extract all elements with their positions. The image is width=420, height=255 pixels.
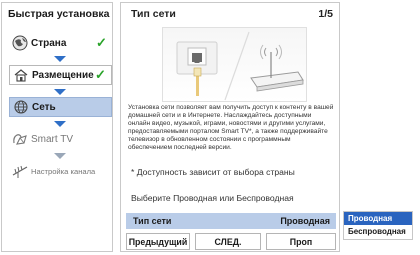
step-channel-setup[interactable]: Настройка канала: [9, 161, 112, 181]
availability-note: * Доступность зависит от выбора страны: [131, 167, 295, 177]
antenna-icon: [9, 162, 31, 180]
step-network-label: Сеть: [32, 101, 56, 113]
selection-prompt: Выберите Проводная или Беспроводная: [131, 193, 294, 203]
globe-icon: [9, 34, 31, 52]
step-smart-tv-label: Smart TV: [31, 133, 74, 145]
smart-tv-icon: [9, 130, 31, 148]
network-description: Установка сети позволяет вам получить до…: [128, 104, 334, 151]
step-channel-setup-label: Настройка канала: [31, 166, 96, 176]
network-type-label: Тип сети: [133, 216, 172, 226]
network-icon: [10, 98, 32, 116]
down-arrow-icon: [54, 153, 66, 159]
step-placement-label: Размещение: [32, 69, 94, 81]
panel-title: Тип сети: [131, 8, 176, 20]
step-country[interactable]: Страна ✓: [9, 33, 112, 53]
dropdown-option-wired[interactable]: Проводная: [344, 212, 412, 225]
page-indicator: 1/5: [318, 8, 333, 20]
check-icon: ✓: [95, 67, 106, 82]
check-icon: ✓: [96, 35, 107, 50]
step-network[interactable]: Сеть: [9, 97, 112, 117]
dropdown-option-wireless[interactable]: Беспроводная: [344, 225, 412, 238]
next-button[interactable]: СЛЕД.: [195, 233, 261, 250]
house-icon: [10, 66, 32, 84]
skip-button[interactable]: Проп: [266, 233, 336, 250]
step-smart-tv[interactable]: Smart TV: [9, 129, 112, 149]
previous-button[interactable]: Предыдущий: [126, 233, 190, 250]
quick-setup-panel: Быстрая установка Страна ✓ Размещение ✓: [1, 2, 113, 252]
network-type-value: Проводная: [280, 216, 330, 226]
navigation-buttons: Предыдущий СЛЕД. Проп: [126, 233, 336, 250]
step-country-label: Страна: [31, 37, 67, 49]
network-type-selector[interactable]: Тип сети Проводная: [126, 213, 336, 229]
down-arrow-icon: [54, 121, 66, 127]
down-arrow-icon: [54, 89, 66, 95]
down-arrow-icon: [54, 56, 66, 62]
network-type-panel: Тип сети 1/5 Установка сети позволяет ва…: [120, 2, 340, 252]
wifi-router-icon: [250, 44, 304, 92]
network-type-dropdown[interactable]: Проводная Беспроводная: [343, 211, 413, 240]
network-illustration: [162, 27, 307, 102]
quick-setup-title: Быстрая установка: [8, 8, 110, 20]
ethernet-port-icon: [176, 41, 218, 96]
panel-header: Тип сети 1/5: [121, 3, 339, 25]
step-placement[interactable]: Размещение ✓: [9, 65, 112, 85]
